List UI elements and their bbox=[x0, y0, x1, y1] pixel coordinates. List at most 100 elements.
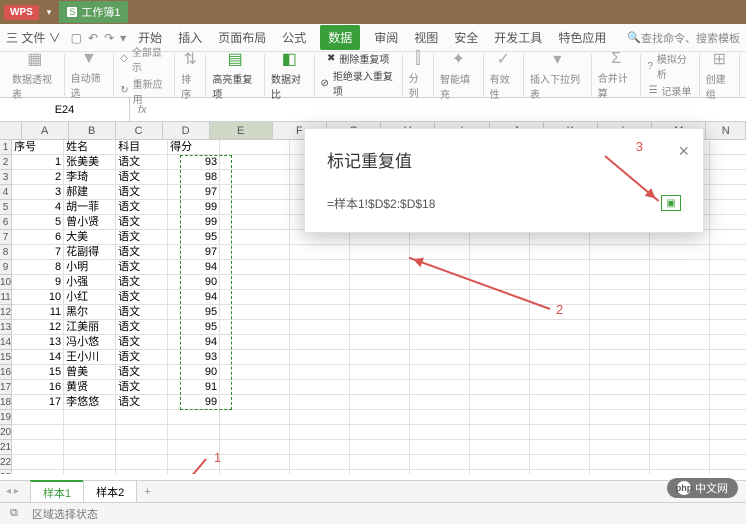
cell[interactable]: 语文 bbox=[116, 215, 168, 230]
cell[interactable] bbox=[290, 335, 350, 350]
cell[interactable] bbox=[410, 350, 470, 365]
row-header[interactable]: 7 bbox=[0, 230, 12, 245]
cell[interactable]: 13 bbox=[12, 335, 64, 350]
cell[interactable] bbox=[220, 470, 290, 474]
cell[interactable] bbox=[470, 305, 530, 320]
sheet-tab-1[interactable]: 样本1 bbox=[30, 480, 84, 504]
cell[interactable]: 17 bbox=[12, 395, 64, 410]
cell[interactable] bbox=[410, 455, 470, 470]
row-header[interactable]: 16 bbox=[0, 365, 12, 380]
tool-smartfill[interactable]: ✦智能填充 bbox=[434, 54, 484, 96]
cell[interactable] bbox=[590, 350, 650, 365]
cell[interactable] bbox=[220, 335, 290, 350]
cell[interactable]: 16 bbox=[12, 380, 64, 395]
cell[interactable] bbox=[350, 395, 410, 410]
cell[interactable] bbox=[590, 335, 650, 350]
cell[interactable]: 15 bbox=[12, 365, 64, 380]
cell[interactable] bbox=[530, 335, 590, 350]
cell[interactable] bbox=[710, 200, 746, 215]
cell[interactable] bbox=[12, 410, 64, 425]
cell[interactable]: 12 bbox=[12, 320, 64, 335]
cell[interactable] bbox=[710, 305, 746, 320]
cell[interactable] bbox=[220, 215, 290, 230]
cell[interactable] bbox=[470, 395, 530, 410]
tool-validation[interactable]: ✓有效性 bbox=[484, 54, 524, 96]
cell[interactable] bbox=[710, 395, 746, 410]
cell[interactable]: 曾小贤 bbox=[64, 215, 116, 230]
cell[interactable]: 90 bbox=[168, 365, 220, 380]
cell[interactable] bbox=[220, 185, 290, 200]
tab-formula[interactable]: 公式 bbox=[280, 25, 308, 50]
cell[interactable] bbox=[350, 245, 410, 260]
cell[interactable] bbox=[530, 245, 590, 260]
cell[interactable] bbox=[410, 305, 470, 320]
file-menu[interactable]: 三 文件 ∨ bbox=[6, 29, 61, 46]
cell[interactable] bbox=[168, 425, 220, 440]
qa-more-icon[interactable]: ▾ bbox=[120, 31, 126, 45]
cell[interactable] bbox=[590, 380, 650, 395]
cell[interactable] bbox=[410, 410, 470, 425]
cell[interactable] bbox=[530, 320, 590, 335]
row-header[interactable]: 5 bbox=[0, 200, 12, 215]
cell[interactable] bbox=[116, 455, 168, 470]
cell[interactable] bbox=[410, 335, 470, 350]
cell[interactable] bbox=[710, 410, 746, 425]
cell[interactable]: 江美丽 bbox=[64, 320, 116, 335]
cell[interactable] bbox=[710, 320, 746, 335]
fx-label[interactable]: fx bbox=[130, 104, 155, 116]
row-header[interactable]: 4 bbox=[0, 185, 12, 200]
cell[interactable] bbox=[220, 200, 290, 215]
cell[interactable] bbox=[350, 425, 410, 440]
cell[interactable]: 1 bbox=[12, 155, 64, 170]
cell[interactable] bbox=[290, 440, 350, 455]
cell[interactable] bbox=[12, 455, 64, 470]
cell[interactable] bbox=[650, 350, 710, 365]
cell[interactable] bbox=[530, 350, 590, 365]
cell[interactable]: 语文 bbox=[116, 155, 168, 170]
cell[interactable] bbox=[530, 455, 590, 470]
cell[interactable]: 94 bbox=[168, 290, 220, 305]
row-header[interactable]: 22 bbox=[0, 455, 12, 470]
cell[interactable]: 97 bbox=[168, 185, 220, 200]
cell[interactable]: 李琦 bbox=[64, 170, 116, 185]
cell[interactable] bbox=[290, 410, 350, 425]
cell[interactable] bbox=[530, 470, 590, 474]
cell[interactable]: 99 bbox=[168, 395, 220, 410]
cell[interactable] bbox=[650, 455, 710, 470]
cell[interactable] bbox=[220, 155, 290, 170]
cell[interactable]: 语文 bbox=[116, 395, 168, 410]
tool-sort[interactable]: ⇅排序 bbox=[175, 54, 206, 96]
cell[interactable]: 小强 bbox=[64, 275, 116, 290]
sheet-add-button[interactable]: + bbox=[136, 483, 158, 501]
cell[interactable] bbox=[650, 245, 710, 260]
app-menu-dropdown[interactable]: ▾ bbox=[47, 7, 52, 18]
cell[interactable]: 93 bbox=[168, 155, 220, 170]
cell[interactable]: 大美 bbox=[64, 230, 116, 245]
cell[interactable]: 4 bbox=[12, 200, 64, 215]
tab-data[interactable]: 数据 bbox=[320, 25, 360, 50]
tool-split[interactable]: ⫿分列 bbox=[403, 54, 434, 96]
cell[interactable] bbox=[530, 380, 590, 395]
row-header[interactable]: 11 bbox=[0, 290, 12, 305]
cell[interactable] bbox=[220, 380, 290, 395]
cell[interactable] bbox=[590, 440, 650, 455]
cell[interactable] bbox=[710, 260, 746, 275]
tab-view[interactable]: 视图 bbox=[412, 25, 440, 50]
cell[interactable] bbox=[710, 170, 746, 185]
cell[interactable] bbox=[12, 425, 64, 440]
row-header[interactable]: 14 bbox=[0, 335, 12, 350]
cell[interactable]: 8 bbox=[12, 260, 64, 275]
cell[interactable] bbox=[290, 275, 350, 290]
cell[interactable] bbox=[220, 365, 290, 380]
cell[interactable] bbox=[590, 410, 650, 425]
range-input[interactable] bbox=[327, 192, 653, 214]
cell[interactable] bbox=[710, 155, 746, 170]
cell[interactable] bbox=[410, 470, 470, 474]
cell[interactable] bbox=[220, 275, 290, 290]
cell[interactable]: 5 bbox=[12, 215, 64, 230]
cell[interactable] bbox=[530, 440, 590, 455]
cell[interactable]: 语文 bbox=[116, 335, 168, 350]
cell[interactable] bbox=[590, 245, 650, 260]
cell[interactable] bbox=[470, 320, 530, 335]
cell[interactable] bbox=[710, 185, 746, 200]
